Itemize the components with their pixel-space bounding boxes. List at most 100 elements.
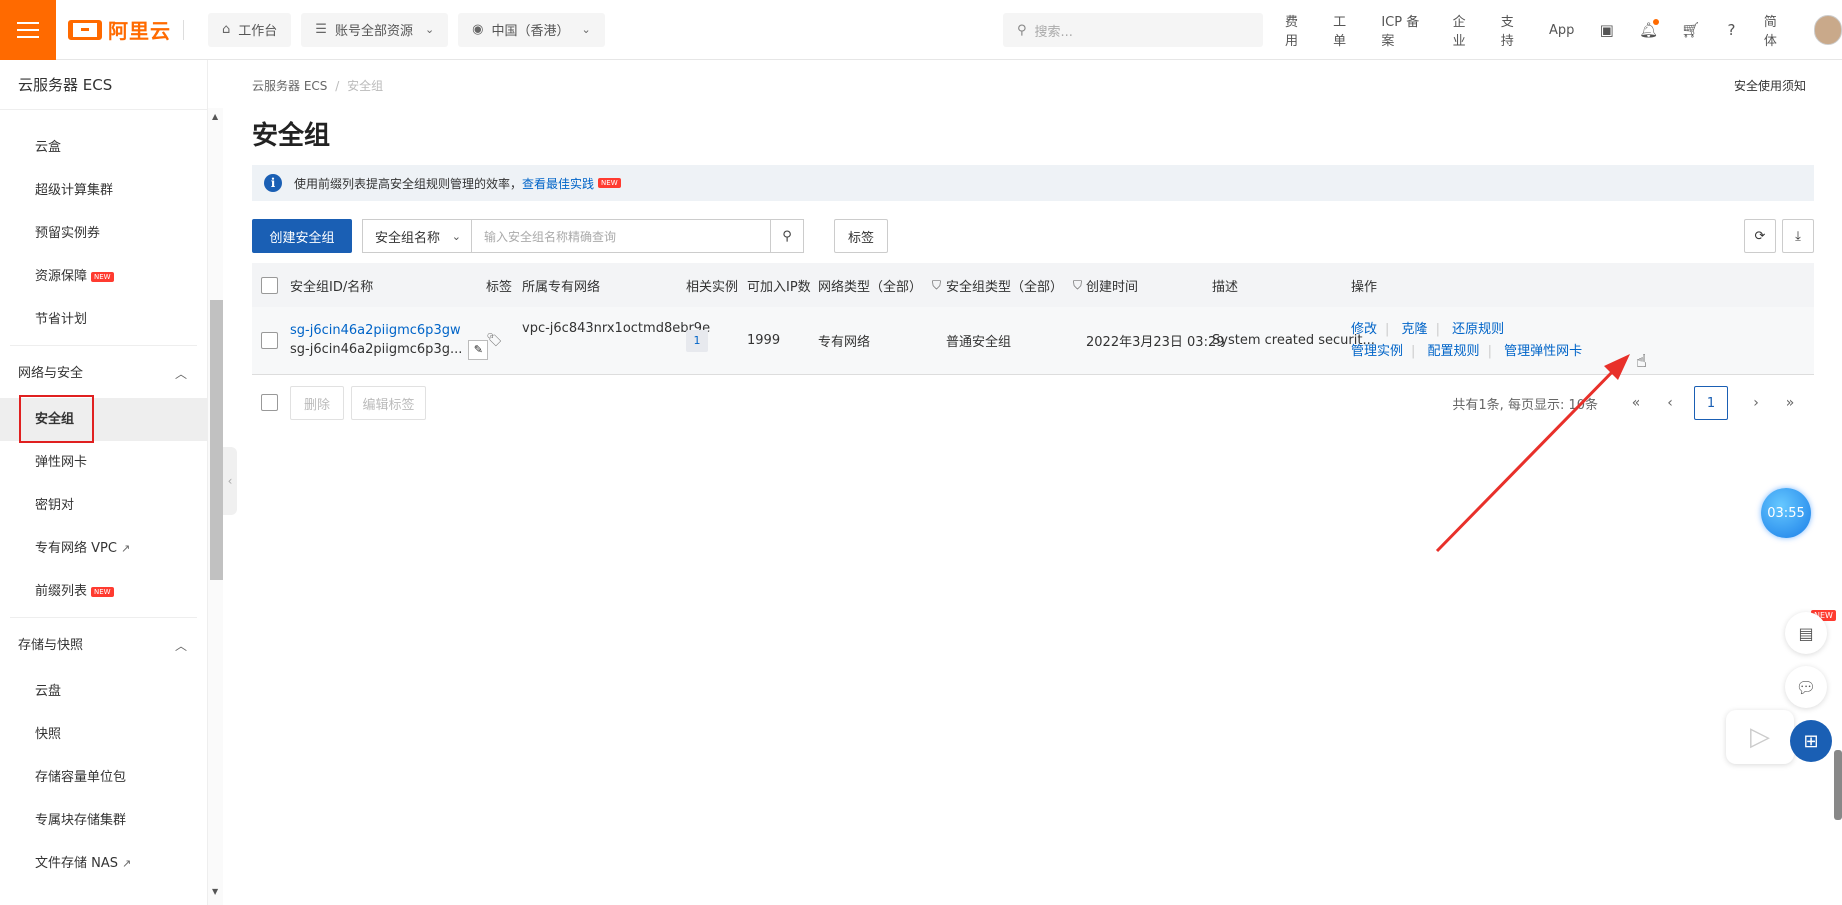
help-icon[interactable]: ? bbox=[1723, 21, 1740, 39]
filter-icon[interactable]: ⛉ bbox=[1073, 278, 1082, 293]
breadcrumb-root[interactable]: 云服务器 ECS bbox=[252, 79, 327, 93]
select-all-checkbox[interactable] bbox=[261, 276, 278, 294]
language-switch[interactable]: 简体 bbox=[1764, 11, 1788, 49]
terminal-icon[interactable]: ▣ bbox=[1598, 21, 1615, 39]
workbench-button[interactable]: ⌂ 工作台 bbox=[208, 12, 292, 47]
sidebar-item-storage-capacity[interactable]: 存储容量单位包 bbox=[0, 756, 207, 799]
location-pin-icon: ◉ bbox=[472, 22, 484, 37]
nav-link-enterprise[interactable]: 企业 bbox=[1453, 11, 1477, 49]
search-button[interactable]: ⚲ bbox=[770, 219, 804, 253]
row-checkbox[interactable] bbox=[261, 332, 278, 349]
last-page-button[interactable]: » bbox=[1776, 395, 1804, 411]
info-banner: i 使用前缀列表提高安全组规则管理的效率， 查看最佳实践 NEW bbox=[252, 165, 1814, 201]
scroll-down-icon[interactable]: ▼ bbox=[212, 887, 218, 896]
sidebar-item-savings-plan[interactable]: 节省计划 bbox=[0, 298, 207, 341]
security-notice-link[interactable]: 安全使用须知 bbox=[1734, 77, 1806, 94]
sidebar-item-security-group[interactable]: 安全组 bbox=[0, 395, 207, 443]
apps-grid-icon[interactable]: ⊞ bbox=[1790, 720, 1832, 762]
logo-text: 阿里云 bbox=[108, 19, 171, 43]
security-group-id-link[interactable]: sg-j6cin46a2piigmc6p3gw bbox=[290, 322, 461, 340]
footer-select-all-checkbox[interactable] bbox=[261, 394, 278, 411]
docs-icon[interactable]: ▤ bbox=[1785, 612, 1827, 654]
sidebar-collapse-button[interactable]: ‹ bbox=[223, 447, 237, 515]
nav-link-support[interactable]: 支持 bbox=[1501, 11, 1525, 49]
header-created-time: 创建时间 bbox=[1086, 279, 1139, 295]
scroll-up-icon[interactable]: ▲ bbox=[212, 112, 218, 121]
menu-button[interactable] bbox=[0, 0, 56, 60]
manage-eni-link[interactable]: 管理弹性网卡 bbox=[1504, 344, 1582, 359]
sidebar-item-snapshot[interactable]: 快照 bbox=[0, 713, 207, 756]
external-link-icon: ↗ bbox=[122, 857, 132, 870]
pagination-summary: 共有1条, 每页显示: 10条 bbox=[1452, 397, 1598, 413]
main-content: 云服务器 ECS / 安全组 安全使用须知 安全组 i 使用前缀列表提高安全组规… bbox=[238, 60, 1818, 905]
user-avatar[interactable] bbox=[1813, 15, 1842, 45]
table-header: 安全组ID/名称 标签 所属专有网络 相关实例 可加入IP数 网络类型（全部） ⛉… bbox=[252, 263, 1814, 307]
filter-icon[interactable]: ⛉ bbox=[932, 278, 941, 293]
modify-link[interactable]: 修改 bbox=[1351, 322, 1377, 337]
best-practice-link[interactable]: 查看最佳实践 bbox=[522, 175, 594, 192]
page-1-button[interactable]: 1 bbox=[1694, 386, 1728, 420]
nav-link-app[interactable]: App bbox=[1549, 23, 1574, 38]
sidebar-group-network[interactable]: 网络与安全 ︿ bbox=[0, 350, 207, 398]
sidebar-item-dedicated-block-storage[interactable]: 专属块存储集群 bbox=[0, 799, 207, 842]
prev-page-button[interactable]: ‹ bbox=[1656, 395, 1684, 411]
manage-instances-link[interactable]: 管理实例 bbox=[1351, 344, 1403, 359]
header-instances: 相关实例 bbox=[686, 279, 739, 295]
sidebar-item-supercomputing[interactable]: 超级计算集群 bbox=[0, 169, 207, 212]
toolbar: 创建安全组 安全组名称 ⌄ 输入安全组名称精确查询 ⚲ 标签 ⟳ ⤓ bbox=[252, 219, 1814, 253]
header-tags: 标签 bbox=[486, 279, 513, 295]
tag-filter-button[interactable]: 标签 bbox=[834, 219, 888, 253]
sidebar-item-nas[interactable]: 文件存储 NAS ↗ bbox=[0, 842, 207, 885]
delete-button[interactable]: 删除 bbox=[290, 386, 344, 420]
sidebar-item-keypair[interactable]: 密钥对 bbox=[0, 484, 207, 527]
sidebar-group-storage[interactable]: 存储与快照 ︿ bbox=[0, 622, 207, 670]
edit-tags-button[interactable]: 编辑标签 bbox=[351, 386, 426, 420]
bell-icon[interactable]: 🔔︎ bbox=[1639, 19, 1660, 39]
sidebar-item-reserved-instances[interactable]: 预留实例券 bbox=[0, 212, 207, 255]
region-dropdown[interactable]: ◉ 中国（香港） ⌄ bbox=[458, 12, 605, 47]
related-instances-count[interactable]: 1 bbox=[686, 329, 708, 352]
breadcrumb-current: 安全组 bbox=[347, 79, 384, 93]
restore-rules-link[interactable]: 还原规则 bbox=[1452, 322, 1504, 337]
sidebar-item-cloudbox[interactable]: 云盒 bbox=[0, 126, 207, 169]
download-icon: ⤓ bbox=[1795, 228, 1801, 244]
global-search-input[interactable]: ⚲ 搜索... bbox=[1003, 13, 1263, 47]
clone-link[interactable]: 克隆 bbox=[1402, 322, 1428, 337]
nav-link-tickets[interactable]: 工单 bbox=[1333, 11, 1357, 49]
pencil-icon: ✎ bbox=[473, 342, 483, 356]
next-page-button[interactable]: › bbox=[1742, 395, 1770, 411]
sidebar-item-eni[interactable]: 弹性网卡 bbox=[0, 441, 207, 484]
page-scrollbar[interactable] bbox=[1834, 750, 1842, 820]
pagination: 共有1条, 每页显示: 10条 « ‹ 1 › » bbox=[1452, 386, 1804, 420]
timer-widget[interactable]: 03:55 bbox=[1761, 488, 1811, 538]
tag-icon[interactable]: 🏷︎ bbox=[486, 307, 503, 374]
nav-link-icp[interactable]: ICP 备案 bbox=[1381, 11, 1428, 49]
nav-link-billing[interactable]: 费用 bbox=[1285, 11, 1309, 49]
security-group-name: sg-j6cin46a2piigmc6p3g... bbox=[290, 341, 463, 357]
filter-field-select[interactable]: 安全组名称 ⌄ bbox=[362, 219, 472, 253]
chevron-left-icon: ‹ bbox=[227, 474, 233, 488]
new-badge: NEW bbox=[91, 271, 114, 282]
chat-icon[interactable]: 💬︎ bbox=[1785, 666, 1827, 708]
security-group-name-search-input[interactable]: 输入安全组名称精确查询 bbox=[471, 219, 771, 253]
highlight-box bbox=[19, 395, 94, 443]
search-icon: ⚲ bbox=[1017, 22, 1027, 38]
server-stack-icon: ☰ bbox=[315, 22, 327, 37]
sidebar-scrollbar-thumb[interactable] bbox=[210, 300, 223, 580]
sidebar-item-prefix-list[interactable]: 前缀列表 NEW bbox=[0, 570, 207, 613]
download-button[interactable]: ⤓ bbox=[1782, 219, 1814, 253]
refresh-button[interactable]: ⟳ bbox=[1744, 219, 1776, 253]
new-badge: NEW bbox=[91, 586, 114, 597]
resources-dropdown[interactable]: ☰ 账号全部资源 ⌄ bbox=[301, 12, 449, 47]
first-page-button[interactable]: « bbox=[1622, 395, 1650, 411]
create-security-group-button[interactable]: 创建安全组 bbox=[252, 219, 352, 253]
header-network-type[interactable]: 网络类型（全部） ⛉ bbox=[818, 263, 941, 307]
configure-rules-link[interactable]: 配置规则 bbox=[1428, 344, 1480, 359]
video-play-icon[interactable]: ▷ bbox=[1726, 710, 1794, 764]
aliyun-logo[interactable]: 阿里云 bbox=[68, 0, 198, 60]
cart-icon[interactable]: 🛒︎ bbox=[1681, 21, 1700, 39]
sidebar-item-disk[interactable]: 云盘 bbox=[0, 670, 207, 713]
header-sg-type[interactable]: 安全组类型（全部） ⛉ bbox=[946, 263, 1082, 307]
sidebar-item-resource-assurance[interactable]: 资源保障 NEW bbox=[0, 255, 207, 298]
sidebar-item-vpc[interactable]: 专有网络 VPC ↗ bbox=[0, 527, 207, 570]
